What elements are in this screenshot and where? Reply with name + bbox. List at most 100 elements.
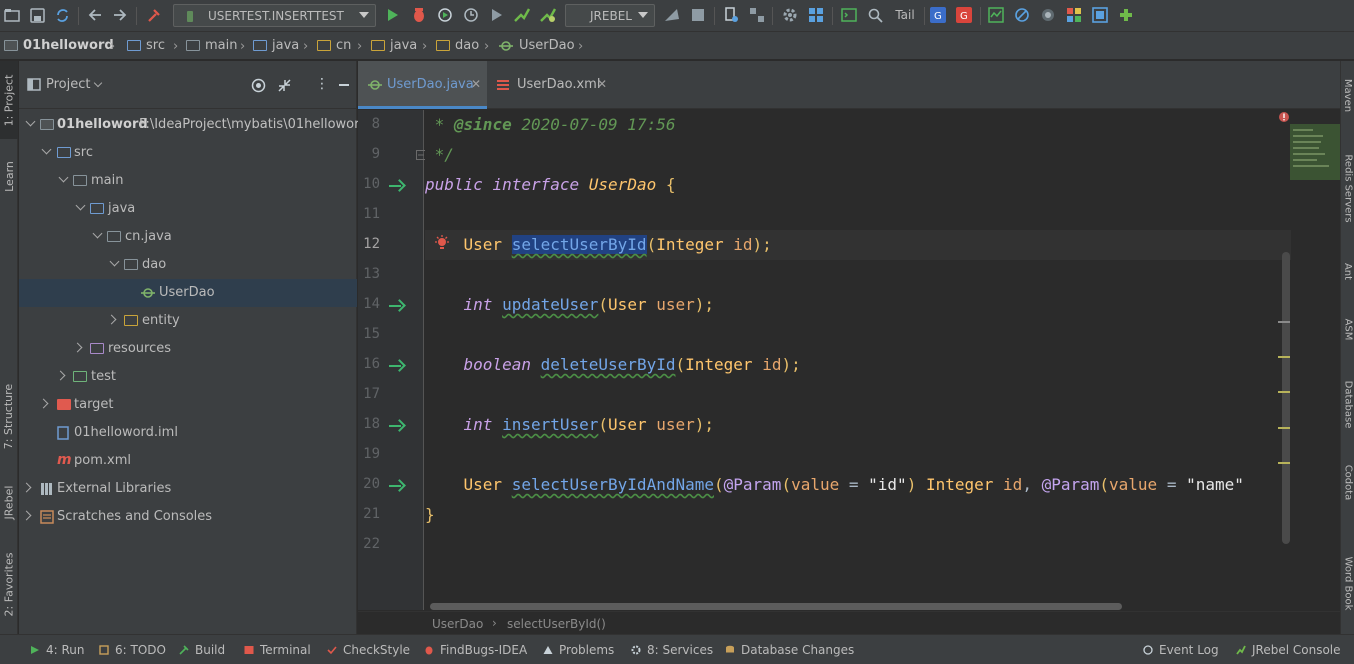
stop-icon[interactable]	[689, 6, 707, 24]
breadcrumb-module[interactable]: 01helloword	[4, 38, 114, 53]
scroll-marker[interactable]	[1278, 321, 1290, 323]
tree-item-target[interactable]: target	[19, 391, 357, 419]
tree-item-test[interactable]: test	[19, 363, 357, 391]
breadcrumb-userdao[interactable]: UserDao	[498, 38, 575, 53]
editor-gutter[interactable]: 8 9 10 11 12 13 14 15 16 17 18 19 20 21 …	[358, 110, 426, 610]
implemented-arrow-icon[interactable]	[389, 417, 407, 435]
scroll-marker[interactable]	[1278, 391, 1290, 393]
close-icon[interactable]: ✕	[471, 77, 481, 91]
tree-item-module[interactable]: 01helloword F:\IdeaProject\mybatis\01hel…	[19, 111, 367, 139]
jrebel-attach-icon[interactable]	[663, 6, 681, 24]
record-icon[interactable]	[1039, 6, 1057, 24]
chevron-down-icon[interactable]	[41, 144, 52, 155]
code-minimap[interactable]	[1290, 110, 1340, 182]
tool-jrebel-console[interactable]: JRebel Console	[1236, 643, 1341, 657]
project-view-title[interactable]: Project	[46, 77, 90, 92]
tree-item-java[interactable]: java	[19, 195, 357, 223]
gear-icon[interactable]	[781, 6, 799, 24]
tab-maven[interactable]: Maven	[1341, 65, 1354, 125]
tree-item-cn-java[interactable]: cn.java	[19, 223, 357, 251]
tree-item-resources[interactable]: resources	[19, 335, 357, 363]
layout-icon[interactable]	[1091, 6, 1109, 24]
implemented-arrow-icon[interactable]	[389, 297, 407, 315]
implemented-arrow-icon[interactable]	[389, 477, 407, 495]
monitor-icon[interactable]	[987, 6, 1005, 24]
tab-jrebel[interactable]: JRebel	[0, 471, 18, 533]
tool-run[interactable]: 4: Run	[30, 643, 85, 657]
chevron-down-icon[interactable]	[58, 172, 69, 183]
breadcrumb-dao[interactable]: dao	[436, 38, 479, 53]
build-hammer-icon[interactable]	[145, 6, 163, 24]
tool-findbugs[interactable]: FindBugs-IDEA	[424, 643, 527, 657]
tree-item-src[interactable]: src	[19, 139, 357, 167]
more-options-icon[interactable]: ⋮	[315, 76, 329, 92]
error-indicator-icon[interactable]	[1278, 111, 1290, 123]
tool-event-log[interactable]: Event Log	[1143, 643, 1219, 657]
tab-userdao-java[interactable]: UserDao.java ✕	[358, 61, 487, 109]
tool-services[interactable]: 8: Services	[631, 643, 713, 657]
code-editor[interactable]: * @since 2020-07-09 17:56 */ public inte…	[425, 110, 1340, 610]
tab-learn[interactable]: Learn	[0, 147, 18, 205]
tree-item-iml[interactable]: 01helloword.iml	[19, 419, 357, 447]
tool-terminal[interactable]: Terminal	[244, 643, 311, 657]
run-configuration-selector[interactable]: USERTEST.INSERTTEST	[173, 4, 376, 27]
close-icon[interactable]: ✕	[597, 77, 607, 91]
breadcrumb-src[interactable]: src	[127, 38, 165, 53]
editor-breadcrumb-class[interactable]: UserDao	[432, 617, 483, 631]
tab-structure[interactable]: 7: Structure	[0, 371, 18, 461]
translate-icon[interactable]: G	[955, 6, 973, 24]
chevron-right-icon[interactable]	[72, 342, 83, 353]
tab-word-book[interactable]: Word Book	[1341, 545, 1354, 621]
scroll-marker[interactable]	[1278, 427, 1290, 429]
tab-favorites[interactable]: 2: Favorites	[0, 539, 18, 629]
minimize-icon[interactable]	[339, 84, 349, 86]
palette-icon[interactable]	[1065, 6, 1083, 24]
chevron-right-icon[interactable]	[21, 510, 32, 521]
breadcrumb-cn[interactable]: cn	[317, 38, 351, 53]
coverage-icon[interactable]	[436, 6, 454, 24]
implemented-arrow-icon[interactable]	[389, 177, 407, 195]
plugin-icon[interactable]	[1117, 6, 1135, 24]
implemented-arrow-icon[interactable]	[389, 357, 407, 375]
chevron-right-icon[interactable]	[106, 314, 117, 325]
debug-icon[interactable]	[410, 6, 428, 24]
chevron-down-icon[interactable]	[93, 78, 103, 88]
chevron-right-icon[interactable]	[38, 398, 49, 409]
editor-breadcrumb-method[interactable]: selectUserById()	[507, 617, 606, 631]
tab-project[interactable]: 1: Project	[0, 61, 18, 139]
tail-button[interactable]: Tail	[892, 6, 918, 24]
breadcrumb-java-package[interactable]: java	[371, 38, 417, 53]
tree-item-dao[interactable]: dao	[19, 251, 357, 279]
profiler-icon[interactable]	[462, 6, 480, 24]
tab-ant[interactable]: Ant	[1341, 251, 1354, 291]
chevron-down-icon[interactable]	[109, 256, 120, 267]
tool-todo[interactable]: 6: TODO	[99, 643, 166, 657]
jrebel-debug-icon[interactable]	[539, 6, 557, 24]
breadcrumb-main[interactable]: main	[186, 38, 237, 53]
locate-icon[interactable]	[251, 78, 266, 93]
chevron-down-icon[interactable]	[25, 116, 36, 127]
forward-icon[interactable]	[111, 6, 129, 24]
tool-build[interactable]: Build	[179, 643, 225, 657]
chevron-right-icon[interactable]	[55, 370, 66, 381]
run-with-icon[interactable]	[488, 6, 506, 24]
sync-icon[interactable]	[53, 6, 71, 24]
tree-item-entity[interactable]: entity	[19, 307, 357, 335]
tab-codota[interactable]: Codota	[1341, 453, 1354, 511]
tab-database[interactable]: Database	[1341, 369, 1354, 439]
jrebel-run-icon[interactable]	[513, 6, 531, 24]
google-translate-icon[interactable]: G	[929, 6, 947, 24]
tree-item-userdao[interactable]: UserDao	[19, 279, 357, 307]
chevron-right-icon[interactable]	[21, 482, 32, 493]
breadcrumb-java[interactable]: java	[253, 38, 299, 53]
save-icon[interactable]	[28, 6, 46, 24]
tool-database-changes[interactable]: Database Changes	[725, 643, 854, 657]
scroll-marker[interactable]	[1278, 356, 1290, 358]
tree-item-pom[interactable]: m pom.xml	[19, 447, 357, 475]
tab-userdao-xml[interactable]: UserDao.xml ✕	[487, 61, 612, 109]
tree-item-scratches[interactable]: Scratches and Consoles	[19, 503, 357, 531]
scroll-marker[interactable]	[1278, 462, 1290, 464]
tab-asm[interactable]: ASM	[1341, 307, 1354, 351]
lightbulb-icon[interactable]	[434, 235, 450, 253]
disable-icon[interactable]	[1013, 6, 1031, 24]
